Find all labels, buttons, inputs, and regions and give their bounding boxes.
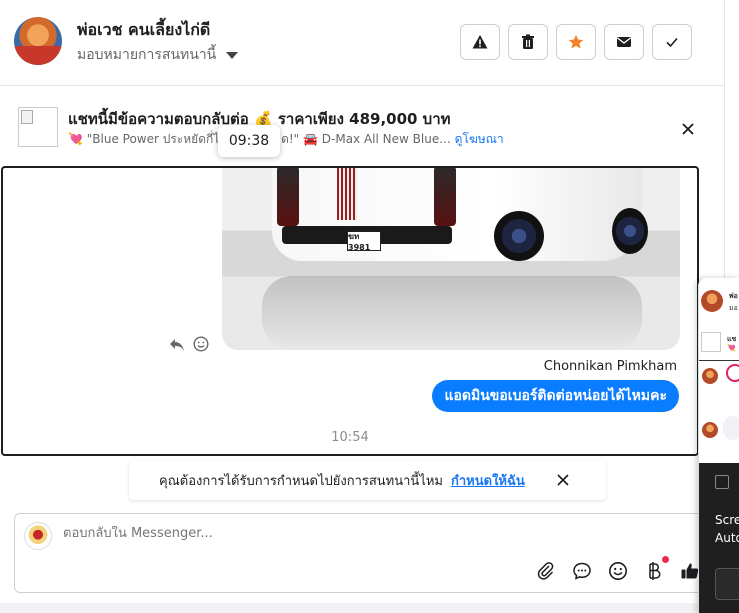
reply-button[interactable] bbox=[169, 337, 185, 356]
ad-subtitle-text-2: ด!" 🚘 D-Max All New Blue... bbox=[281, 132, 451, 146]
star-icon bbox=[568, 34, 584, 49]
messenger-inbox-app: พ่อเวช คนเลี้ยงไก่ดี มอบหมายการสนทนานี้ … bbox=[0, 0, 739, 613]
overlay-call-badge-icon bbox=[726, 364, 739, 382]
overlay-msg-bubble bbox=[723, 416, 739, 440]
check-icon bbox=[666, 37, 678, 48]
notification-dot bbox=[662, 556, 669, 563]
react-button[interactable] bbox=[193, 336, 209, 356]
assign-label: มอบหมายการสนทนานี้ bbox=[77, 47, 217, 63]
overlay-subtitle: มอ bbox=[729, 304, 738, 312]
page-avatar bbox=[24, 522, 52, 550]
paperclip-icon bbox=[537, 562, 554, 580]
message-timestamp: 10:54 bbox=[331, 430, 369, 445]
delete-button[interactable] bbox=[508, 24, 548, 60]
mark-unread-button[interactable] bbox=[604, 24, 644, 60]
overlay-text-line1: Scre bbox=[715, 513, 739, 527]
overlay-msg-avatar bbox=[702, 368, 718, 384]
page-bottom-strip bbox=[0, 603, 698, 613]
overlay-action-button[interactable] bbox=[715, 568, 739, 600]
conversation-header: พ่อเวช คนเลี้ยงไก่ดี มอบหมายการสนทนานี้ bbox=[0, 0, 724, 86]
thumbs-up-icon bbox=[681, 563, 699, 579]
assign-question: คุณต้องการได้รับการกำหนดไปยังการสนทนานี้… bbox=[159, 473, 443, 489]
time-tooltip: 09:38 bbox=[218, 125, 280, 157]
image-attachment[interactable]: ฆท 3981 bbox=[222, 168, 680, 350]
assign-conversation-dropdown[interactable]: มอบหมายการสนทนานี้ bbox=[77, 44, 239, 66]
mark-done-button[interactable] bbox=[652, 24, 692, 60]
overlay-avatar bbox=[701, 290, 723, 312]
overlay-notification: Scre Auto bbox=[699, 463, 739, 613]
dismiss-assign-prompt-button[interactable] bbox=[553, 470, 573, 490]
ad-subtitle: 💘 "Blue Power ประหยัดกี่ได ด!" 🚘 D-Max A… bbox=[68, 130, 504, 149]
overlapping-window[interactable]: พ่อ มอ แช 💘 Scre Auto bbox=[698, 278, 739, 613]
panel-divider bbox=[724, 0, 725, 278]
message-actions bbox=[169, 336, 209, 356]
mail-icon bbox=[617, 37, 631, 47]
overlay-text-line2: Auto bbox=[715, 531, 739, 545]
overlay-ad-thumbnail bbox=[701, 332, 721, 352]
mark-spam-button[interactable] bbox=[460, 24, 500, 60]
chat-bubble-icon bbox=[573, 562, 591, 580]
caret-down-icon bbox=[226, 51, 239, 59]
reply-icon bbox=[170, 338, 184, 351]
payment-button[interactable] bbox=[643, 556, 669, 582]
smiley-icon bbox=[609, 562, 627, 580]
close-icon bbox=[557, 474, 569, 486]
message-thread[interactable]: ฆท 3981 Chonnikan Pimkham แอดมินขอเบอร์ต… bbox=[1, 166, 699, 456]
license-plate: ฆท 3981 bbox=[347, 231, 381, 252]
ad-context-banner: แชทนี้มีข้อความตอบกลับต่อ 💰 ราคาเพียง 48… bbox=[0, 87, 724, 165]
overlay-ad-subtitle: 💘 bbox=[727, 344, 736, 352]
warning-icon bbox=[472, 35, 488, 49]
baht-icon bbox=[649, 562, 661, 580]
assign-to-me-prompt: คุณต้องการได้รับการกำหนดไปยังการสนทนานี้… bbox=[129, 460, 606, 500]
view-ad-link[interactable]: ดูโฆษณา bbox=[455, 130, 504, 149]
reply-composer bbox=[14, 513, 704, 593]
close-icon bbox=[682, 123, 694, 135]
saved-replies-button[interactable] bbox=[571, 560, 593, 582]
assign-to-me-link[interactable]: กำหนดให้ฉัน bbox=[451, 470, 525, 491]
smiley-icon bbox=[193, 336, 209, 352]
emoji-button[interactable] bbox=[607, 560, 629, 582]
attach-button[interactable] bbox=[535, 560, 557, 582]
ad-thumbnail bbox=[18, 107, 58, 147]
trash-icon bbox=[522, 34, 534, 49]
reply-input[interactable] bbox=[63, 526, 663, 541]
close-ad-banner-button[interactable] bbox=[676, 117, 700, 141]
ad-subtitle-text: 💘 "Blue Power ประหยัดกี่ได bbox=[68, 132, 228, 146]
overlay-name: พ่อ bbox=[729, 292, 738, 300]
contact-avatar[interactable] bbox=[14, 17, 62, 65]
contact-name[interactable]: พ่อเวช คนเลี้ยงไก่ดี bbox=[77, 18, 210, 43]
overlay-msg-avatar-2 bbox=[702, 422, 718, 438]
star-button[interactable] bbox=[556, 24, 596, 60]
composer-toolbar bbox=[535, 556, 701, 582]
screenshot-app-icon bbox=[715, 475, 729, 489]
sender-name: Chonnikan Pimkham bbox=[543, 359, 677, 374]
outgoing-message-bubble[interactable]: แอดมินขอเบอร์ติดต่อหน่อยได้ไหมคะ bbox=[432, 380, 679, 412]
